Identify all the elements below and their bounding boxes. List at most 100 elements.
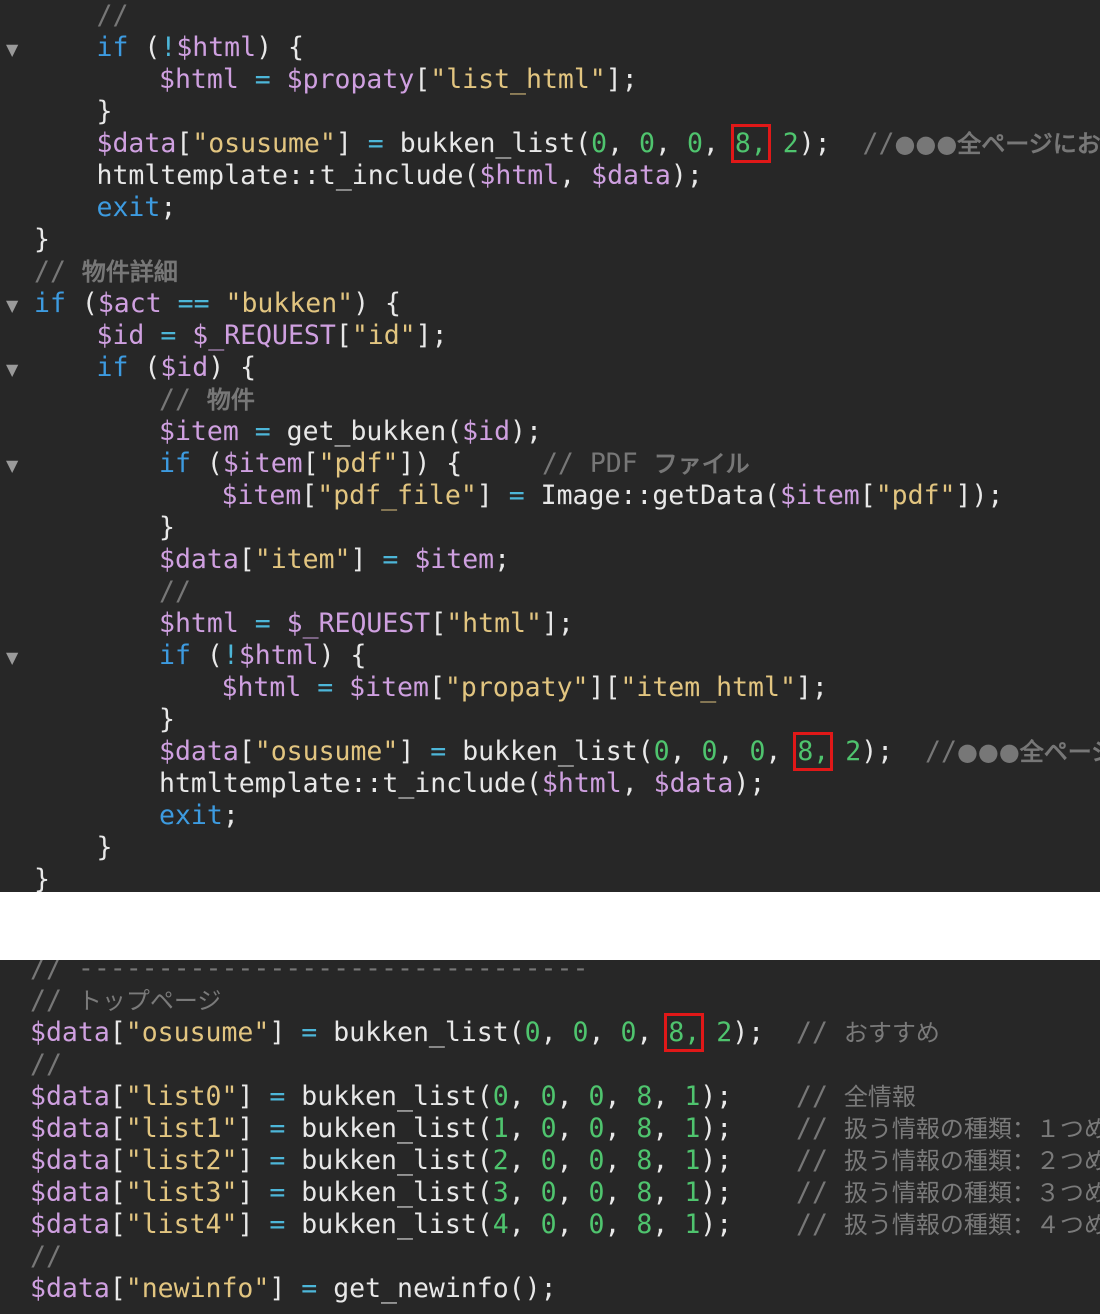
code-line: $data["newinfo"] = get_newinfo(); <box>0 1273 1100 1305</box>
code-line: $data["osusume"] = bukken_list(0, 0, 0, … <box>0 732 1100 771</box>
code-token: ; <box>494 544 511 575</box>
code-token: , <box>508 1145 541 1176</box>
code-token: bukken_list( <box>285 1145 493 1176</box>
code-token: 8 <box>636 1209 653 1240</box>
code-token: $id <box>462 416 511 447</box>
code-token: 0 <box>653 736 670 767</box>
code-token: ]); <box>955 480 1004 511</box>
code-token: , <box>717 736 750 767</box>
code-token: , <box>540 1017 573 1048</box>
code-text: $item["pdf_file"] = Image::getData($item… <box>222 480 1004 512</box>
code-token: 扱う情報の種類：１つめ <box>843 1115 1100 1143</box>
code-line: ▼ if ($item["pdf"]) { // PDF ファイル <box>0 448 1100 480</box>
code-token: [ <box>238 544 255 575</box>
fold-toggle-icon[interactable]: ▼ <box>6 448 20 484</box>
code-token: 0 <box>749 736 766 767</box>
code-token: ]) { <box>398 448 542 479</box>
code-token: "pdf" <box>875 480 956 511</box>
code-token: // <box>96 0 129 31</box>
code-token: ); <box>700 1177 797 1208</box>
code-token: 8 <box>636 1081 653 1112</box>
code-token: "list3" <box>125 1177 238 1208</box>
code-token: 0 <box>540 1209 557 1240</box>
code-token: ) { <box>353 288 402 319</box>
code-token: $html <box>159 64 239 95</box>
code-token: , <box>652 1113 685 1144</box>
code-token: おすすめ <box>843 1019 940 1047</box>
code-token: 物件詳細 <box>81 258 178 286</box>
code-token: ( <box>190 448 223 479</box>
code-token: ファイル <box>653 450 750 478</box>
code-token: ); <box>510 416 542 447</box>
code-token: $data <box>591 160 671 191</box>
code-text: $data["item"] = $item; <box>159 544 510 576</box>
code-token: } <box>96 832 113 863</box>
fold-toggle-icon[interactable]: ▼ <box>6 352 20 388</box>
code-line: htmltemplate::t_include($html, $data); <box>0 160 1100 192</box>
code-token: , <box>652 1145 685 1176</box>
code-line: $item["pdf_file"] = Image::getData($item… <box>0 480 1100 512</box>
code-token: 0 <box>639 128 656 159</box>
code-editor-bottom[interactable]: // --------------------------------// トッ… <box>0 960 1100 1314</box>
code-line: $data["item"] = $item; <box>0 544 1100 576</box>
code-line: } <box>0 704 1100 736</box>
code-token: = <box>238 416 287 447</box>
code-token: } <box>159 512 175 543</box>
code-token: "item" <box>254 544 351 575</box>
code-line: exit; <box>0 800 1100 832</box>
code-token: 4 <box>492 1209 509 1240</box>
code-line: $id = $_REQUEST["id"]; <box>0 320 1100 352</box>
code-token: } <box>159 704 175 735</box>
code-token: if <box>96 352 129 383</box>
code-token: ! <box>160 32 177 63</box>
code-token: 0 <box>701 736 718 767</box>
code-area-bottom: // --------------------------------// トッ… <box>0 960 1100 1305</box>
code-line: $html = $propaty["list_html"]; <box>0 64 1100 96</box>
code-token: ); <box>700 1113 797 1144</box>
code-token: ] <box>237 1209 270 1240</box>
code-token: [ <box>176 128 193 159</box>
code-token: , <box>508 1081 541 1112</box>
code-line: ▼ if ($act == "bukken") { <box>0 288 1100 320</box>
code-area-top: // ▼ if (!$html ) { $html = $propaty["list_h… <box>0 0 1100 892</box>
code-token: ●●●全ページにおすすめ <box>956 738 1100 766</box>
code-token: = <box>269 1145 286 1176</box>
code-line: // 物件詳細 <box>0 256 1100 288</box>
code-token: $data <box>30 1017 110 1048</box>
code-token: 扱う情報の種類：４つめ <box>843 1211 1100 1239</box>
code-token: $item <box>779 480 860 511</box>
code-token: , <box>652 1081 685 1112</box>
code-token: トップページ <box>77 987 222 1015</box>
code-token: $data <box>96 128 177 159</box>
code-line: $data["list0"] = bukken_list(0, 0, 0, 8,… <box>0 1081 1100 1113</box>
code-text: $html = $item["propaty"]["item_html"]; <box>222 672 828 704</box>
code-token: , <box>604 1177 637 1208</box>
code-token: // <box>796 1209 844 1240</box>
fold-toggle-icon[interactable]: ▼ <box>6 288 20 324</box>
code-token: ]; <box>541 608 574 639</box>
code-token: "bukken" <box>225 288 354 319</box>
code-token: ] <box>398 736 431 767</box>
code-line: $data["list2"] = bukken_list(2, 0, 0, 8,… <box>0 1145 1100 1177</box>
fold-toggle-icon[interactable]: ▼ <box>6 640 20 676</box>
code-token: [ <box>302 448 319 479</box>
code-editor-top[interactable]: // ▼ if (!$html ) { $html = $propaty["list_h… <box>0 0 1100 892</box>
code-text: } <box>159 704 175 736</box>
code-token: ●●●全ページにおすすめ <box>894 130 1100 158</box>
code-text: exit; <box>97 192 177 224</box>
code-token: , <box>559 160 592 191</box>
code-text: if ($act == "bukken") { <box>34 288 401 320</box>
code-text: htmltemplate::t_include($html, $data); <box>159 768 765 800</box>
code-token: $item <box>222 448 303 479</box>
code-text: } <box>34 224 50 256</box>
code-token: = <box>430 736 447 767</box>
fold-toggle-icon[interactable]: ▼ <box>6 32 20 68</box>
code-token: bukken_list( <box>317 1017 525 1048</box>
code-line: $data["list3"] = bukken_list(3, 0, 0, 8,… <box>0 1177 1100 1209</box>
code-token: = <box>269 1209 286 1240</box>
code-text: $data["list0"] = bukken_list(0, 0, 0, 8,… <box>30 1081 916 1113</box>
code-token: ); <box>733 768 766 799</box>
code-token: // <box>159 384 207 415</box>
